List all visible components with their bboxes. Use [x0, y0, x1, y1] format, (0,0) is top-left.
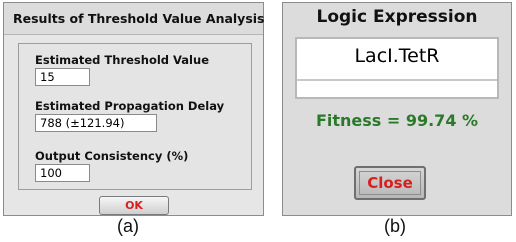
output-consistency-field[interactable]: 100 [35, 164, 90, 182]
fitness-text: Fitness = 99.74 % [315, 111, 479, 130]
logic-expression-text: LacI.TetR [354, 45, 440, 67]
divider [297, 79, 497, 81]
propagation-delay-field[interactable]: 788 (±121.94) [35, 114, 157, 132]
caption-a: (a) [117, 216, 139, 236]
results-group: Estimated Threshold Value 15 Estimated P… [18, 43, 252, 190]
expression-display: LacI.TetR [295, 37, 499, 99]
dialog-title: Logic Expression [316, 7, 478, 27]
logic-expression-dialog: Logic Expression LacI.TetR Fitness = 99.… [282, 2, 512, 216]
threshold-value-field[interactable]: 15 [35, 68, 90, 86]
output-consistency-label: Output Consistency (%) [35, 149, 189, 163]
caption-b: (b) [384, 216, 406, 236]
propagation-delay-label: Estimated Propagation Delay [35, 99, 225, 113]
dialog-title: Results of Threshold Value Analysis [4, 3, 265, 35]
ok-button[interactable]: OK [99, 196, 169, 215]
close-button[interactable]: Close [354, 166, 426, 200]
threshold-results-dialog: Results of Threshold Value Analysis Esti… [3, 2, 265, 216]
threshold-value-label: Estimated Threshold Value [35, 53, 209, 67]
close-button-label[interactable]: Close [359, 171, 421, 195]
